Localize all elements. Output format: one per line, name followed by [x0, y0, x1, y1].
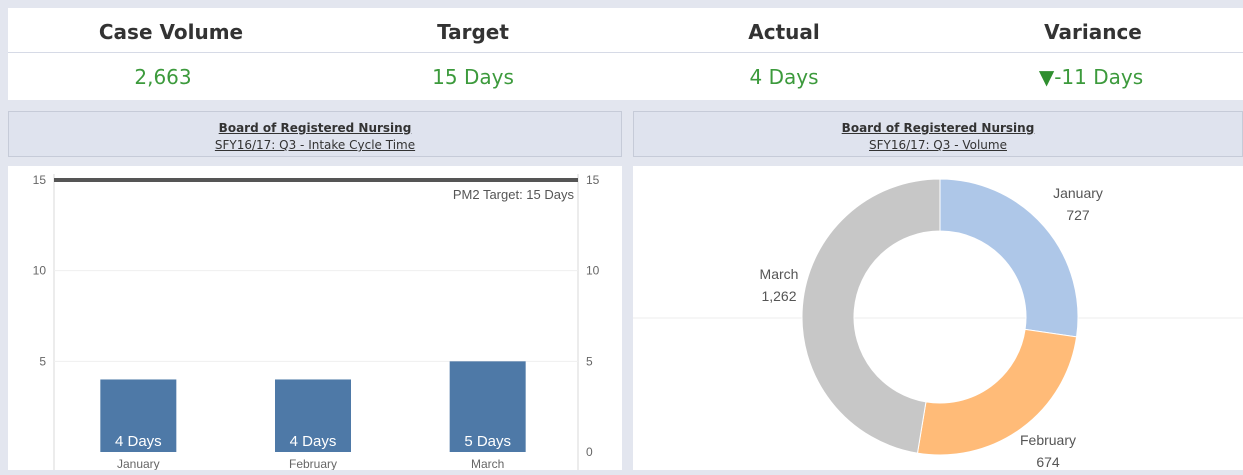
kpi-header-actual: Actual	[748, 20, 820, 44]
left-panel-title[interactable]: Board of Registered Nursing	[9, 121, 621, 135]
right-tick-label: 10	[586, 264, 600, 278]
right-tick-label: 0	[586, 445, 593, 459]
target-line-label: PM2 Target: 15 Days	[453, 187, 575, 202]
bar-data-label: 4 Days	[115, 433, 162, 450]
slice-label: January	[1053, 185, 1103, 201]
bar-data-label: 5 Days	[464, 433, 511, 450]
left-panel-header: Board of Registered Nursing SFY16/17: Q3…	[8, 111, 622, 157]
kpi-header-target: Target	[437, 20, 509, 44]
slice-value-label: 1,262	[761, 288, 796, 304]
kpi-value-target: 15 Days	[432, 65, 514, 89]
slice-value-label: 727	[1066, 207, 1090, 223]
kpi-header-case-volume: Case Volume	[98, 20, 244, 44]
right-tick-label: 5	[586, 354, 593, 368]
donut-slice	[801, 178, 941, 454]
kpi-summary: Case Volume Target Actual Variance 2,663…	[8, 8, 1243, 100]
donut-chart-panel: January 727 February 674 March 1,262	[633, 166, 1243, 470]
right-tick-label: 15	[586, 173, 600, 187]
slice-value-label: 674	[1036, 454, 1060, 470]
category-label: February	[289, 457, 337, 470]
right-panel-header: Board of Registered Nursing SFY16/17: Q3…	[633, 111, 1243, 157]
bar-data-label: 4 Days	[290, 433, 337, 450]
category-label: January	[117, 457, 160, 470]
kpi-value-variance: ▼-11 Days	[991, 65, 1191, 89]
top-strip	[0, 0, 1243, 8]
donut-slice	[939, 178, 1079, 338]
donut-chart: January 727 February 674 March 1,262	[633, 178, 1243, 470]
kpi-value-actual: 4 Days	[749, 65, 819, 89]
right-panel-title[interactable]: Board of Registered Nursing	[634, 121, 1242, 135]
slice-label: March	[760, 266, 799, 282]
down-triangle-icon: ▼	[1038, 65, 1055, 89]
left-tick-label: 10	[33, 264, 47, 278]
left-tick-label: 5	[39, 354, 46, 368]
right-panel-subtitle[interactable]: SFY16/17: Q3 - Volume	[634, 138, 1242, 152]
slice-label: February	[1020, 432, 1076, 448]
kpi-header-variance: Variance	[1044, 20, 1142, 44]
variance-text: -11 Days	[1054, 65, 1144, 89]
category-label: March	[471, 457, 504, 470]
kpi-value-case-volume: 2,663	[134, 65, 192, 89]
left-tick-label: 15	[33, 173, 47, 187]
bar-chart: 5 10 15 0 5 10 15 4 Days January 4 Days February 5 …	[33, 173, 600, 471]
bar-chart-panel: 5 10 15 0 5 10 15 4 Days January 4 Days February 5 …	[8, 166, 622, 471]
left-panel-subtitle[interactable]: SFY16/17: Q3 - Intake Cycle Time	[9, 138, 621, 152]
kpi-divider	[8, 52, 1243, 53]
